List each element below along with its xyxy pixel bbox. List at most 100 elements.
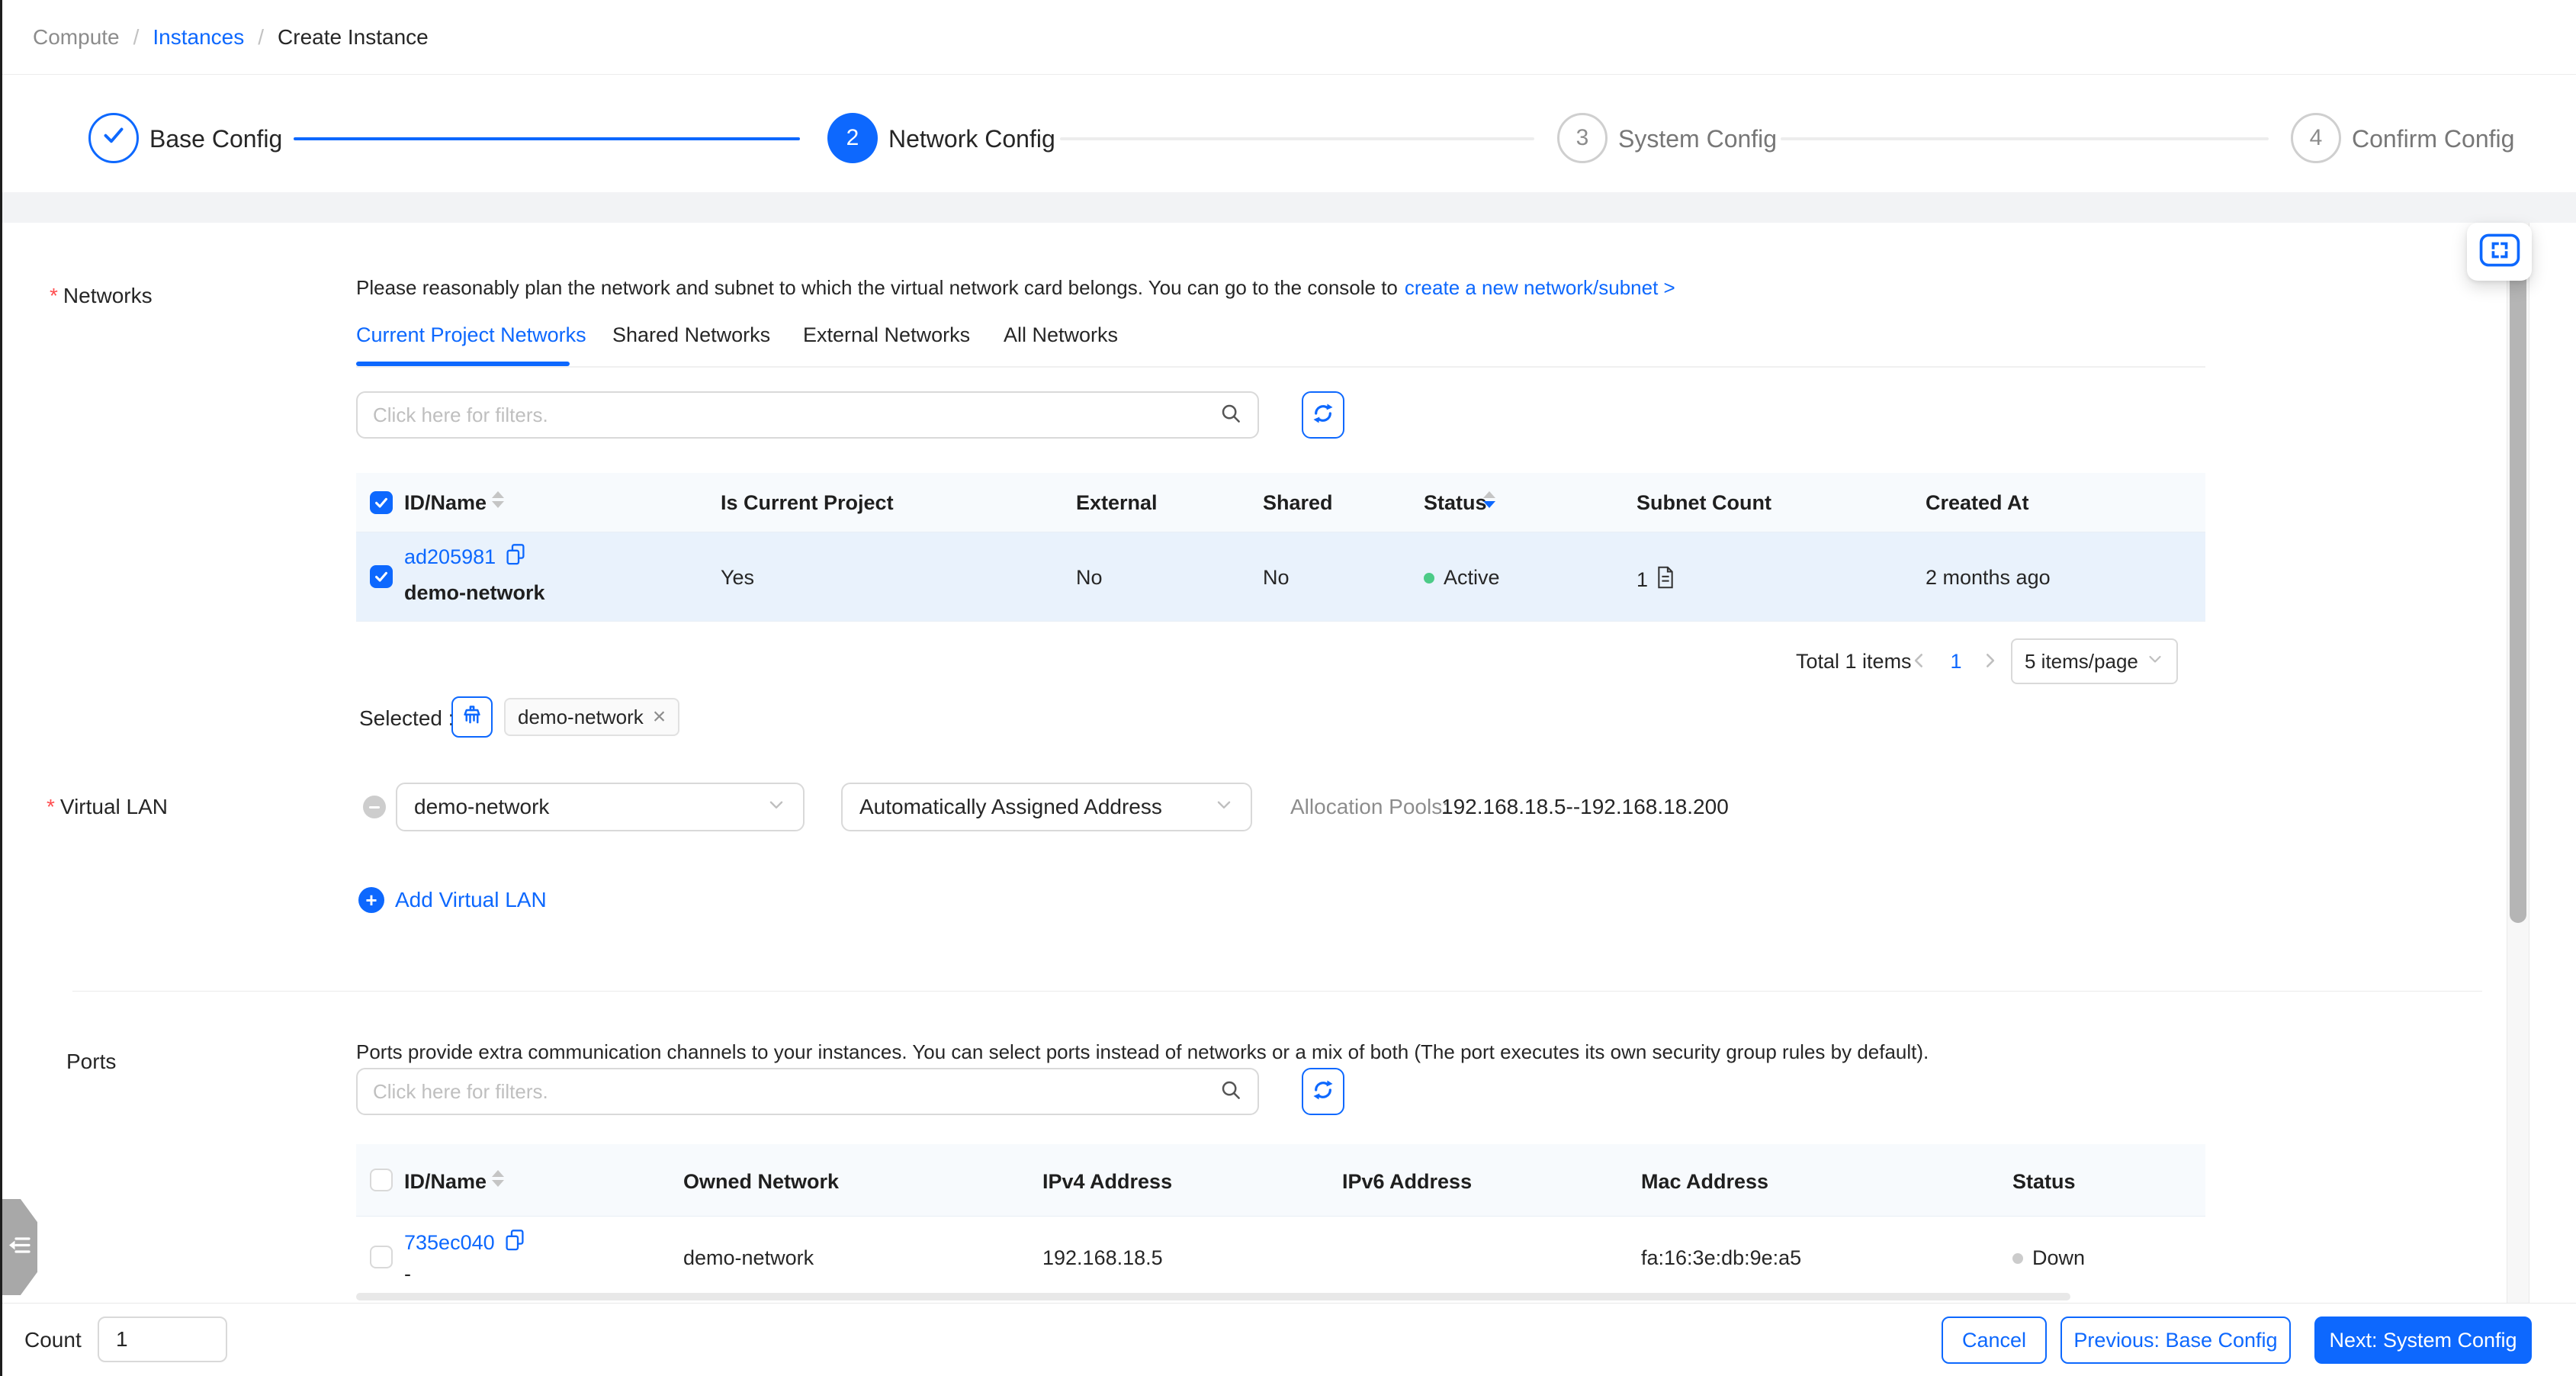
networks-field-label: * Networks (50, 284, 153, 307)
cancel-button[interactable]: Cancel (1942, 1317, 2047, 1364)
cell-ipv4: 192.168.18.5 (1042, 1246, 1163, 1269)
column-created-at: Created At (1926, 491, 2029, 514)
virtual-lan-network-select[interactable]: demo-network (396, 783, 805, 831)
column-mac: Mac Address (1641, 1170, 1769, 1193)
step-1-circle[interactable] (88, 113, 139, 163)
count-label: Count (24, 1328, 82, 1352)
pagination-next-icon[interactable] (1977, 648, 2003, 674)
selected-label: Selected : (359, 706, 454, 730)
tab-shared-networks[interactable]: Shared Networks (612, 323, 770, 347)
cell-shared: No (1263, 566, 1290, 589)
column-id-name[interactable]: ID/Name (404, 491, 487, 515)
pagination-prev-icon[interactable] (1906, 648, 1932, 674)
cell-mac: fa:16:3e:db:9e:a5 (1641, 1246, 1802, 1269)
check-icon (100, 121, 127, 155)
virtual-lan-address-select[interactable]: Automatically Assigned Address (841, 783, 1252, 831)
cell-status: Down (2012, 1246, 2085, 1270)
section-gap (0, 192, 2576, 223)
cell-created-at: 2 months ago (1926, 566, 2051, 589)
virtual-lan-field-label: * Virtual LAN (47, 795, 169, 818)
fullscreen-icon (2479, 233, 2520, 271)
tab-current-project-networks[interactable]: Current Project Networks (356, 323, 586, 347)
step-2-label[interactable]: Network Config (888, 125, 1055, 153)
column-status[interactable]: Status (1424, 491, 1487, 515)
step-2-circle[interactable]: 2 (827, 113, 878, 163)
refresh-icon (1311, 401, 1335, 429)
refresh-icon (1311, 1078, 1335, 1106)
sort-carets-icon[interactable] (492, 491, 504, 508)
breadcrumb-create-instance: Create Instance (278, 25, 429, 49)
column-shared: Shared (1263, 491, 1333, 514)
column-owned-network: Owned Network (683, 1170, 840, 1193)
fullscreen-toggle-button[interactable] (2467, 223, 2532, 281)
copy-icon[interactable] (505, 543, 526, 571)
network-id-link[interactable]: ad205981 (404, 545, 496, 569)
network-name: demo-network (404, 581, 545, 604)
plus-icon: + (358, 887, 384, 913)
header-checkbox[interactable] (370, 1169, 393, 1191)
breadcrumb-separator: / (258, 25, 265, 49)
clear-selection-button[interactable] (451, 696, 493, 738)
previous-step-button[interactable]: Previous: Base Config (2060, 1317, 2291, 1364)
cell-external: No (1076, 566, 1103, 589)
breadcrumb: Compute / Instances / Create Instance (33, 0, 429, 75)
port-id-link[interactable]: 735ec040 (404, 1231, 495, 1255)
pagination-page-1[interactable]: 1 (1943, 650, 1969, 674)
pagination-total: Total 1 items (1796, 650, 1912, 673)
row-checkbox[interactable] (370, 565, 393, 588)
create-network-link[interactable]: create a new network/subnet > (1405, 276, 1675, 299)
tab-baseline (356, 366, 2205, 368)
count-input[interactable] (98, 1317, 227, 1362)
cell-is-current-project: Yes (721, 566, 755, 589)
remove-virtual-lan-button[interactable] (363, 796, 386, 818)
header-checkbox[interactable] (370, 491, 393, 514)
row-checkbox[interactable] (370, 1246, 393, 1268)
networks-filter-input[interactable] (373, 403, 1219, 427)
step-connector-pending (1060, 137, 1534, 140)
step-1-label[interactable]: Base Config (149, 125, 282, 153)
breadcrumb-instances[interactable]: Instances (153, 25, 244, 50)
search-icon[interactable] (1219, 1079, 1242, 1105)
add-virtual-lan-button[interactable]: + Add Virtual LAN (358, 887, 547, 913)
next-step-button[interactable]: Next: System Config (2314, 1317, 2532, 1364)
sort-carets-icon[interactable] (492, 1170, 504, 1187)
side-panel-toggle[interactable] (2, 1199, 37, 1295)
page-size-select[interactable]: 5 items/page (2011, 638, 2178, 684)
required-asterisk: * (47, 795, 55, 818)
window-edge (0, 0, 2, 1376)
step-3-circle: 3 (1557, 113, 1608, 163)
networks-table: ID/Name Is Current Project External Shar… (356, 473, 2205, 632)
subnet-document-icon[interactable] (1656, 566, 1675, 594)
networks-filter[interactable] (356, 391, 1259, 439)
tab-all-networks[interactable]: All Networks (1004, 323, 1118, 347)
port-table-row[interactable]: 735ec040 - demo-network 192.168.18.5 fa:… (356, 1217, 2205, 1304)
cell-subnet-count: 1 (1636, 566, 1675, 594)
horizontal-scrollbar[interactable] (356, 1293, 2070, 1300)
ports-table: ID/Name Owned Network IPv4 Address IPv6 … (356, 1144, 2205, 1304)
copy-icon[interactable] (504, 1229, 525, 1257)
cell-owned-network: demo-network (683, 1246, 814, 1269)
step-connector-pending (1781, 137, 2269, 140)
networks-refresh-button[interactable] (1302, 391, 1344, 439)
vertical-scrollbar-thumb[interactable] (2510, 223, 2526, 923)
ports-filter[interactable] (356, 1068, 1259, 1115)
allocation-pools-label: Allocation Pools: (1290, 795, 1449, 818)
collapse-menu-icon (8, 1235, 31, 1259)
close-icon[interactable]: × (653, 706, 666, 728)
column-id-name[interactable]: ID/Name (404, 1170, 487, 1194)
networks-hint: Please reasonably plan the network and s… (356, 276, 1675, 299)
network-table-row[interactable]: ad205981 demo-network Yes No No Active 1… (356, 532, 2205, 622)
column-is-current-project: Is Current Project (721, 491, 894, 514)
networks-table-header: ID/Name Is Current Project External Shar… (356, 473, 2205, 532)
down-status-dot (2012, 1252, 2023, 1264)
column-status: Status (2012, 1170, 2076, 1193)
ports-refresh-button[interactable] (1302, 1068, 1344, 1115)
search-icon[interactable] (1219, 402, 1242, 429)
breadcrumb-compute[interactable]: Compute (33, 25, 120, 50)
ports-filter-input[interactable] (373, 1079, 1219, 1104)
sort-carets-icon[interactable] (1483, 491, 1495, 508)
create-instance-page: Compute / Instances / Create Instance Ba… (0, 0, 2576, 1376)
ports-hint: Ports provide extra communication channe… (356, 1040, 1929, 1063)
tab-external-networks[interactable]: External Networks (803, 323, 970, 347)
step-3-label: System Config (1618, 125, 1778, 153)
